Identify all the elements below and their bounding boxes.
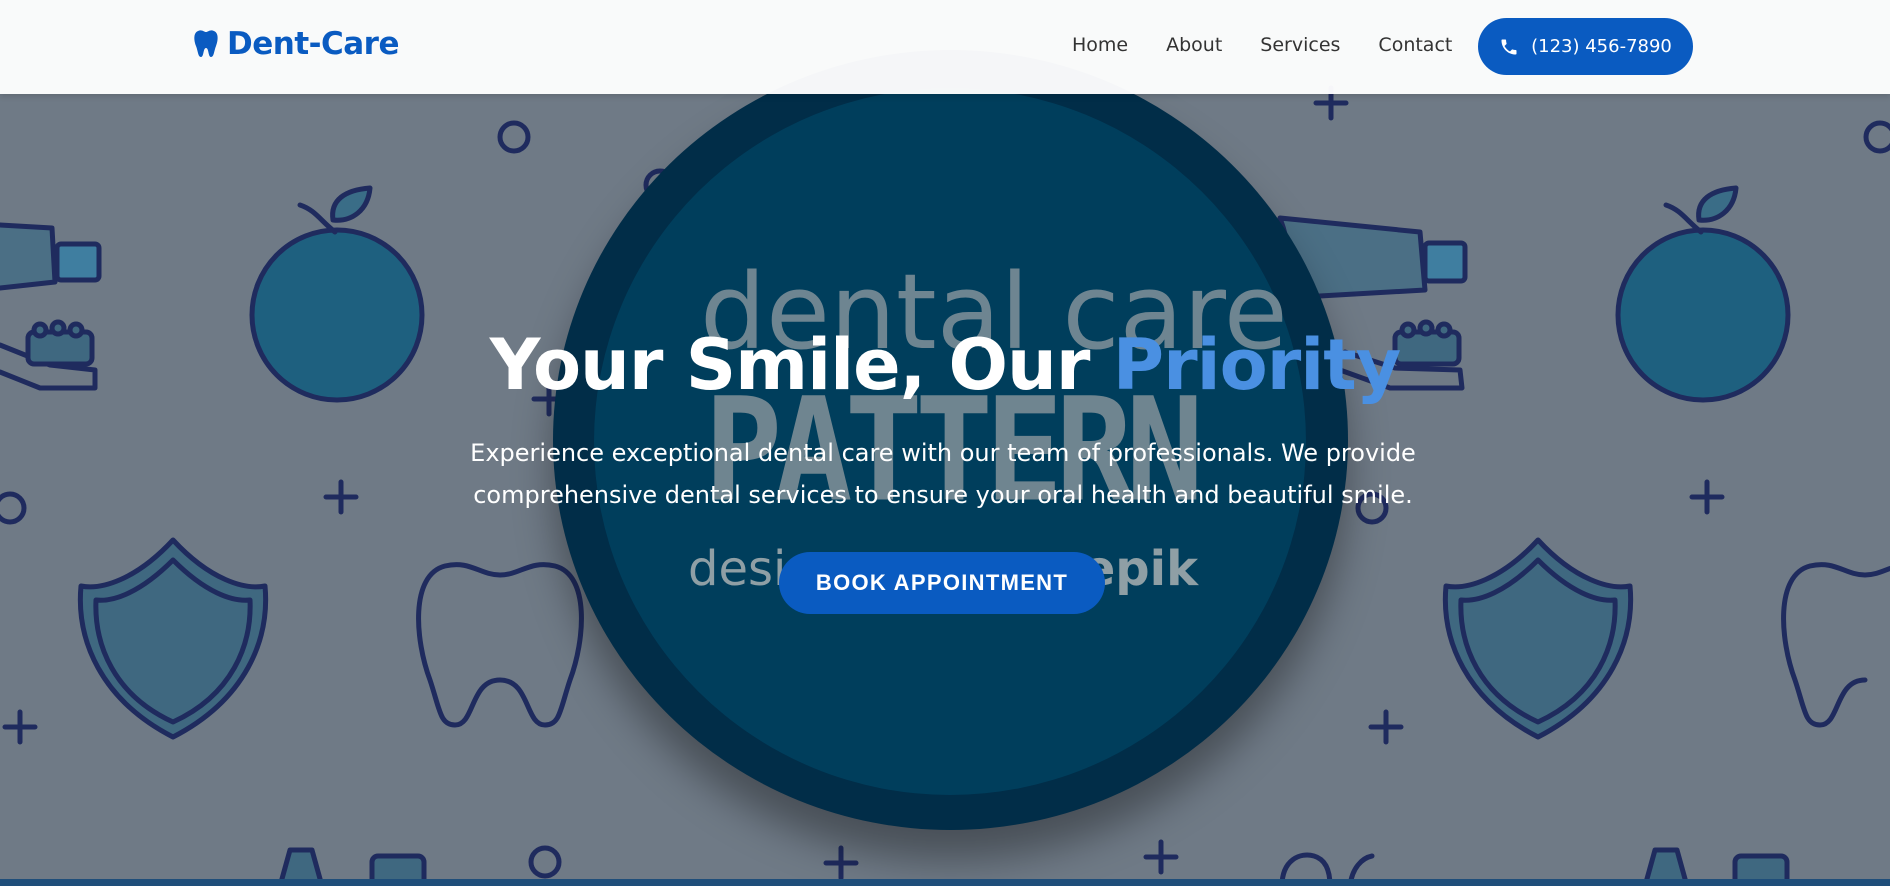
nav-link-home[interactable]: Home (1072, 34, 1128, 56)
hero-subtitle: Experience exceptional dental care with … (470, 439, 1416, 509)
brand-name: Dent-Care (227, 26, 400, 62)
tooth-icon (194, 30, 218, 57)
hero-headline-accent: Priority (1112, 324, 1402, 406)
nav-link-contact[interactable]: Contact (1378, 34, 1452, 56)
phone-number: (123) 456-7890 (1531, 36, 1672, 57)
watermark-text-bottom-left: desi (688, 541, 787, 597)
book-appointment-button[interactable]: BOOK APPOINTMENT (779, 552, 1105, 614)
navbar: Dent-Care Home About Services Contact (1… (0, 0, 1890, 94)
nav-links: Home About Services Contact (1072, 34, 1490, 56)
hero-headline: Your Smile, Our Priority (0, 330, 1890, 400)
nav-link-services[interactable]: Services (1260, 34, 1340, 56)
brand-logo[interactable]: Dent-Care (193, 26, 400, 62)
hero-headline-main: Your Smile, Our (489, 324, 1113, 406)
phone-icon (1501, 39, 1517, 54)
phone-button[interactable]: (123) 456-7890 (1478, 18, 1693, 75)
section-divider (0, 879, 1890, 886)
hero-section: dental care PATTERN desi epik Your Smile… (0, 0, 1890, 886)
nav-link-about[interactable]: About (1166, 34, 1222, 56)
